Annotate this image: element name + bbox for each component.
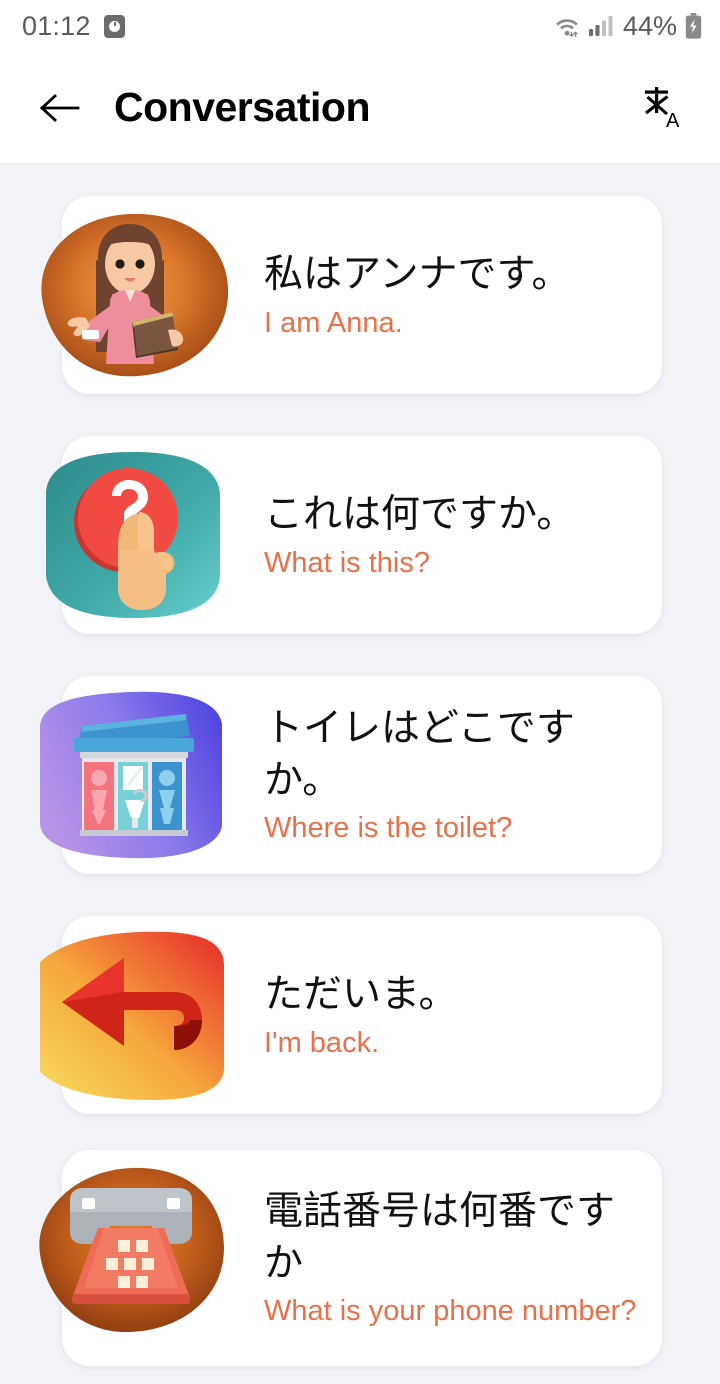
list-item[interactable]: ただいま。 I'm back. (0, 906, 720, 1146)
phrase-card[interactable]: 電話番号は何番ですか What is your phone number? (39, 1150, 662, 1366)
alarm-clock-icon (103, 14, 125, 38)
return-arrow-illustration (26, 922, 240, 1108)
status-bar: 01:12 44% (0, 0, 720, 52)
phrase-japanese: ただいま。 (264, 972, 458, 1018)
phrase-text: 私はアンナです。 I am Anna. (264, 196, 646, 394)
back-button[interactable] (34, 82, 86, 134)
list-item[interactable]: これは何ですか。 What is this? (0, 426, 720, 666)
phrase-japanese: トイレはどこですか。 (264, 706, 575, 803)
wifi-icon (553, 14, 581, 38)
phrase-card[interactable]: トイレはどこですか。 Where is the toilet? (40, 676, 662, 874)
phrase-english: I'm back. (264, 1026, 380, 1059)
phrase-japanese: 私はアンナです。 (264, 252, 571, 298)
list-item[interactable]: トイレはどこですか。 Where is the toilet? (0, 666, 720, 906)
question-mark-button-illustration (26, 442, 240, 628)
phrase-english: What is this? (264, 546, 430, 579)
phrase-japanese: これは何ですか。 (264, 492, 576, 538)
app-bar: Conversation A (0, 52, 720, 164)
phrase-text: トイレはどこですか。 Where is the toilet? (264, 676, 646, 874)
phrase-card[interactable]: ただいま。 I'm back. (40, 916, 662, 1114)
phrase-japanese: 電話番号は何番ですか (264, 1189, 616, 1286)
translate-button[interactable]: A (634, 79, 692, 137)
woman-reading-book-illustration (26, 202, 240, 388)
battery-percent-label: 44% (622, 10, 677, 41)
svg-text:A: A (666, 110, 680, 131)
phrase-text: ただいま。 I'm back. (264, 916, 646, 1114)
public-restroom-illustration (26, 682, 240, 868)
phrase-english: I am Anna. (264, 306, 403, 339)
status-bar-left: 01:12 (22, 11, 125, 42)
telephone-illustration (26, 1156, 240, 1342)
phrase-card[interactable]: 私はアンナです。 I am Anna. (41, 196, 662, 394)
phrase-english: Where is the toilet? (264, 812, 513, 845)
cellular-signal-icon (588, 15, 614, 37)
list-item[interactable]: 電話番号は何番ですか What is your phone number? (0, 1146, 720, 1384)
status-bar-right: 44% (553, 11, 702, 42)
battery-charging-icon (684, 13, 702, 39)
translate-icon: A (640, 85, 686, 131)
phrase-text: これは何ですか。 What is this? (264, 436, 646, 634)
phrase-english: What is your phone number? (264, 1295, 637, 1328)
page-title: Conversation (114, 84, 371, 130)
phrase-card[interactable]: これは何ですか。 What is this? (46, 436, 662, 634)
phrase-text: 電話番号は何番ですか What is your phone number? (264, 1150, 646, 1366)
phrase-list[interactable]: 私はアンナです。 I am Anna. これは何ですか。 What is thi… (0, 164, 720, 1384)
status-time: 01:12 (22, 10, 91, 41)
back-arrow-icon (39, 92, 81, 124)
list-item[interactable]: 私はアンナです。 I am Anna. (0, 186, 720, 426)
